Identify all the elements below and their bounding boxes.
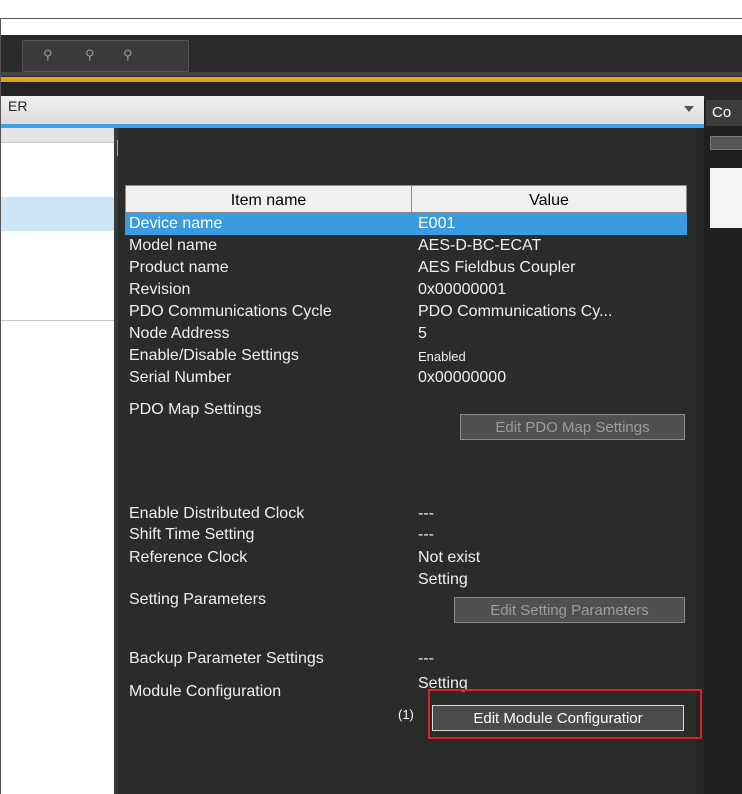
editor-header: [1, 96, 704, 128]
item-name: Model name: [129, 237, 218, 254]
device-tree-selected-item[interactable]: [1, 197, 114, 231]
item-value: PDO Communications Cy...: [418, 303, 613, 320]
table-row[interactable]: Model name AES-D-BC-ECAT: [125, 235, 687, 257]
item-name: Module Configuration: [129, 683, 282, 700]
item-value: 0x00000001: [418, 281, 507, 298]
item-value: AES-D-BC-ECAT: [418, 237, 542, 254]
device-tree-panel: [1, 128, 114, 794]
edit-setting-parameters-button[interactable]: Edit Setting Parameters: [454, 597, 685, 623]
table-row[interactable]: PDO Communications Cycle PDO Communicati…: [125, 301, 687, 323]
device-properties-grid: Item name Value Device name E001 Model n…: [125, 185, 687, 740]
item-value: Setting: [418, 571, 468, 588]
item-name: PDO Map Settings: [129, 401, 262, 418]
item-name: Shift Time Setting: [129, 526, 255, 543]
right-panel-content: [710, 168, 742, 228]
device-tree-header: [1, 128, 114, 143]
item-name: Revision: [129, 281, 191, 298]
item-name: Backup Parameter Settings: [129, 650, 324, 667]
column-header-item-name[interactable]: Item name: [126, 186, 411, 212]
toolbar-divider: [1, 72, 742, 76]
item-value: 0x00000000: [418, 369, 507, 386]
zoom-fit-icon[interactable]: ⚲: [123, 47, 133, 63]
column-header-value[interactable]: Value: [412, 186, 686, 212]
table-row[interactable]: Enable/Disable Settings Enabled: [125, 345, 687, 367]
toolbar-tab[interactable]: ⚲ ⚲ ⚲: [22, 40, 189, 72]
item-value: Not exist: [418, 549, 481, 566]
item-value: Enabled: [418, 349, 466, 364]
item-name: Enable/Disable Settings: [129, 347, 299, 364]
grid-header: Item name Value: [125, 185, 687, 213]
table-row[interactable]: Shift Time Setting ---: [125, 526, 687, 546]
callout-highlight: [428, 689, 702, 739]
table-row[interactable]: Enable Distributed Clock ---: [125, 505, 687, 525]
item-name: Product name: [129, 259, 229, 276]
item-name: Serial Number: [129, 369, 232, 386]
table-row[interactable]: Setting Parameters Setting Edit Setting …: [125, 567, 687, 647]
item-name: Node Address: [129, 325, 230, 342]
right-panel-scrollbar[interactable]: [710, 136, 742, 150]
device-tree-separator: [1, 320, 114, 321]
item-value: ---: [418, 505, 434, 522]
item-value: 5: [418, 325, 427, 342]
item-value: ---: [418, 650, 434, 667]
table-row[interactable]: Device name E001: [125, 213, 687, 235]
right-panel-text: ER: [8, 98, 28, 114]
table-row[interactable]: Product name AES Fieldbus Coupler: [125, 257, 687, 279]
table-row[interactable]: Backup Parameter Settings ---: [125, 648, 687, 670]
chevron-down-icon[interactable]: [684, 106, 694, 112]
item-name: Enable Distributed Clock: [129, 505, 305, 522]
table-row[interactable]: PDO Map Settings Edit PDO Map Settings: [125, 389, 687, 443]
zoom-in-icon[interactable]: ⚲: [43, 47, 53, 63]
right-panel-tab[interactable]: Co: [706, 100, 742, 126]
right-side-panel: Co: [704, 100, 742, 794]
item-value: AES Fieldbus Coupler: [418, 259, 576, 276]
right-panel-text: C: [27, 80, 38, 96]
item-name: PDO Communications Cycle: [129, 303, 332, 320]
callout-label: (1): [398, 707, 414, 722]
item-name: Setting Parameters: [129, 591, 266, 608]
table-row[interactable]: Node Address 5: [125, 323, 687, 345]
item-value: E001: [418, 215, 456, 232]
item-value: ---: [418, 526, 434, 543]
table-row[interactable]: Revision 0x00000001: [125, 279, 687, 301]
item-name: Device name: [129, 215, 223, 232]
table-row[interactable]: Reference Clock Not exist: [125, 547, 687, 567]
edit-pdo-map-settings-button[interactable]: Edit PDO Map Settings: [460, 414, 685, 440]
zoom-out-icon[interactable]: ⚲: [85, 47, 95, 63]
table-row[interactable]: Serial Number 0x00000000: [125, 367, 687, 389]
item-name: Reference Clock: [129, 549, 248, 566]
